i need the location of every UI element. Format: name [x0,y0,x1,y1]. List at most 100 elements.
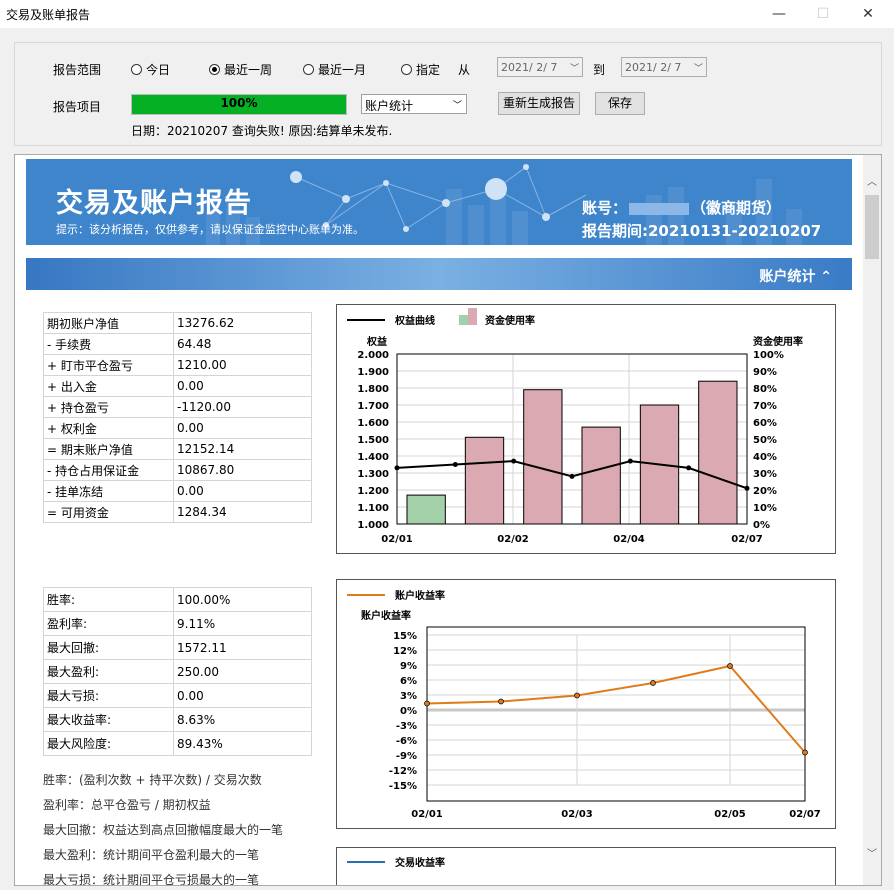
return-point [650,680,656,686]
y-tick-label: 1.300 [357,469,389,480]
collapse-icon: ⌃ [820,269,832,285]
y-axis-label: 权益 [366,335,387,348]
return-point [498,698,504,705]
to-label: 到 [593,63,606,77]
row-value: 100.00% [173,587,312,612]
y-tick-label: 1.500 [357,435,389,446]
y-tick-label: 2.000 [357,350,389,361]
radio-last-month[interactable]: 最近一月 [303,61,366,78]
section-header-account-stats[interactable]: 账户统计 ⌃ [26,258,852,290]
report-period: 报告期间:20210131-20210207 [582,222,822,240]
report-controls: 报告范围 今日 最近一周 最近一月 指定 从 2021/ 2/ 7 ﹀ 到 202… [14,42,882,146]
y2-tick-label: 50% [753,435,777,446]
row-label: 胜率: [43,587,174,612]
scroll-thumb[interactable] [865,195,879,259]
regenerate-button[interactable]: 重新生成报告 [498,92,580,115]
report-banner: 交易及账户报告 提示：该分析报告，仅供参考，请以保证金监控中心账单为准。 账号：… [26,159,852,245]
return-point [802,749,808,756]
from-label: 从 [458,63,471,77]
account-mask [629,202,690,215]
row-value: 1210.00 [173,354,312,376]
maximize-button[interactable]: ☐ [800,0,846,28]
return-point [574,692,580,699]
legend-label: 账户收益率 [395,589,445,602]
radio-today[interactable]: 今日 [131,61,170,78]
x-tick-label: 02/07 [789,809,821,820]
y-tick-label: 1.200 [357,486,389,497]
row-label: + 权利金 [43,417,174,439]
x-tick-label: 02/02 [497,534,529,545]
table-row: + 盯市平仓盈亏 1210.00 [43,354,312,376]
legend-label: 交易收益率 [395,856,445,869]
note-line: 最大盈利：统计期间平仓盈利最大的一笔 [43,848,260,862]
window-title: 交易及账单报告 [6,8,91,22]
radio-dot [131,64,142,75]
radio-label: 最近一月 [318,63,367,77]
report-view[interactable]: 交易及账户报告 提示：该分析报告，仅供参考，请以保证金监控中心账单为准。 账号：… [14,154,882,886]
y-tick-label: -12% [389,766,417,777]
y-tick-label: -9% [396,751,417,762]
note-line: 最大亏损：统计期间平仓亏损最大的一笔 [43,873,260,886]
row-label: = 期末账户净值 [43,438,174,460]
account-return-chart: 账户收益率 账户收益率 15% 12% 9% 6% 3% 0% -3% -6% -9% -12% -15… [336,579,836,829]
usage-bar [523,389,563,525]
chevron-down-icon: ﹀ [693,64,703,74]
radio-custom[interactable]: 指定 [401,61,440,78]
x-tick-label: 02/07 [731,534,763,545]
from-date-picker[interactable]: 2021/ 2/ 7 ﹀ [497,57,583,77]
row-value: 10867.80 [173,459,312,481]
legend-swatch-pink [468,308,477,325]
row-label: + 持仓盈亏 [43,396,174,418]
radio-last-week[interactable]: 最近一周 [209,61,272,78]
table-row: - 持仓占用保证金 10867.80 [43,459,312,481]
row-value: 89.43% [173,731,312,756]
chevron-down-icon: ﹀ [569,64,579,74]
table-row: 胜率: 100.00% [43,587,312,612]
note-line: 盈利率：总平仓盈亏 / 期初权益 [43,798,211,812]
close-button[interactable]: ✕ [845,0,891,28]
radio-label: 今日 [146,63,171,77]
table-row: 最大风险度: 89.43% [43,731,312,756]
from-date-value: 2021/ 2/ 7 [501,61,558,74]
report-item-select[interactable]: 账户统计 ﹀ [361,94,467,114]
row-value: 1572.11 [173,635,312,660]
scroll-up-icon[interactable]: ︿ [863,173,881,188]
row-value: 0.00 [173,375,312,397]
broker-name: （徽商期货） [691,199,782,217]
performance-table: 胜率: 100.00% 盈利率: 9.11% 最大回撤: 1572.11 最大盈利: 250.… [43,587,312,756]
return-point [424,700,430,707]
row-label: + 盯市平仓盈亏 [43,354,174,376]
report-subtitle: 提示：该分析报告，仅供参考，请以保证金监控中心账单为准。 [56,223,364,236]
account-return-chart-svg: 账户收益率账户收益率15%12%9%6%3%0%-3%-6%-9%-12%-15… [347,589,821,820]
table-row: = 可用资金 1284.34 [43,501,312,523]
y-tick-label: 9% [400,661,417,672]
save-button[interactable]: 保存 [595,92,645,115]
vertical-scrollbar[interactable]: ︿ ﹀ [863,155,881,885]
account-prefix: 账号： [582,199,628,217]
equity-point [452,462,458,467]
usage-bar [581,426,621,525]
scroll-down-icon[interactable]: ﹀ [863,845,881,860]
table-row: 最大亏损: 0.00 [43,683,312,708]
y-tick-label: 6% [400,676,417,687]
x-tick-label: 02/04 [613,534,645,545]
row-label: + 出入金 [43,375,174,397]
y-tick-label: 1.000 [357,520,389,531]
to-date-picker[interactable]: 2021/ 2/ 7 ﹀ [621,57,707,77]
x-tick-label: 02/01 [411,809,443,820]
y-tick-label: 1.700 [357,401,389,412]
table-row: 最大收益率: 8.63% [43,707,312,732]
y-axis-label: 账户收益率 [361,609,411,622]
row-label: - 手续费 [43,333,174,355]
y-tick-label: 1.100 [357,503,389,514]
y-tick-label: 1.900 [357,367,389,378]
y-tick-label: 12% [393,646,417,657]
select-value: 账户统计 [365,99,414,113]
app-window: 交易及账单报告 — ☐ ✕ 报告范围 今日 最近一周 最近一月 指定 从 202… [0,0,894,890]
y2-tick-label: 100% [753,350,784,361]
section-title: 账户统计 ⌃ [759,266,832,286]
radio-dot [401,64,412,75]
row-label: 期初账户净值 [43,312,174,334]
minimize-button[interactable]: — [756,0,802,28]
progress-text: 100% [220,96,258,110]
